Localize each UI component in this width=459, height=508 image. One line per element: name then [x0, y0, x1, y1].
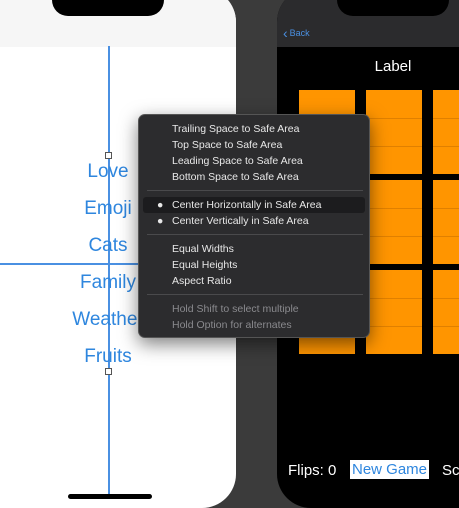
card-divider — [366, 236, 422, 237]
resize-handle-top[interactable] — [105, 152, 112, 159]
score-label: Sc — [442, 462, 459, 479]
back-button-label: Back — [289, 28, 310, 38]
home-indicator — [68, 494, 152, 499]
title-label[interactable]: Label — [277, 58, 459, 75]
card-divider — [433, 146, 459, 147]
menu-hint-option: Hold Option for alternates — [172, 319, 292, 331]
menu-item-bottom-space[interactable]: Bottom Space to Safe Area — [143, 169, 365, 185]
right-phone-notch — [337, 0, 449, 16]
card-divider — [433, 208, 459, 209]
constraint-context-menu: Trailing Space to Safe Area Top Space to… — [138, 114, 370, 338]
new-game-button[interactable]: New Game — [350, 460, 430, 479]
flips-count-label: Flips: 0 — [288, 462, 337, 479]
card-divider — [433, 118, 459, 119]
card-button[interactable] — [433, 180, 459, 264]
back-button[interactable]: ‹ Back — [283, 25, 310, 41]
card-divider — [366, 146, 422, 147]
menu-item-label: Center Vertically in Safe Area — [172, 215, 309, 227]
word-label-fruits[interactable]: Fruits — [0, 346, 216, 368]
card-button[interactable] — [433, 270, 459, 354]
resize-handle-bottom[interactable] — [105, 368, 112, 375]
menu-item-equal-widths[interactable]: Equal Widths — [143, 241, 365, 257]
card-divider — [366, 298, 422, 299]
card-divider — [433, 298, 459, 299]
card-button[interactable] — [366, 270, 422, 354]
card-divider — [366, 118, 422, 119]
chevron-left-icon: ‹ — [283, 25, 288, 41]
menu-item-label: Center Horizontally in Safe Area — [172, 199, 322, 211]
menu-separator — [147, 190, 363, 191]
menu-item-equal-heights[interactable]: Equal Heights — [143, 257, 365, 273]
menu-hint-shift: Hold Shift to select multiple — [172, 303, 299, 315]
menu-item-leading-space[interactable]: Leading Space to Safe Area — [143, 153, 365, 169]
menu-item-trailing-space[interactable]: Trailing Space to Safe Area — [143, 121, 365, 137]
card-divider — [433, 236, 459, 237]
vertical-center-guide — [108, 46, 110, 496]
card-divider — [433, 326, 459, 327]
card-button[interactable] — [366, 180, 422, 264]
menu-separator — [147, 294, 363, 295]
menu-separator — [147, 234, 363, 235]
card-button[interactable] — [366, 90, 422, 174]
bullet-icon: ● — [157, 199, 164, 211]
bullet-icon: ● — [157, 215, 164, 227]
card-divider — [366, 326, 422, 327]
menu-item-center-vertically[interactable]: ● Center Vertically in Safe Area — [143, 213, 365, 229]
menu-item-aspect-ratio[interactable]: Aspect Ratio — [143, 273, 365, 289]
card-divider — [366, 208, 422, 209]
menu-item-center-horizontally[interactable]: ● Center Horizontally in Safe Area — [143, 197, 365, 213]
menu-item-top-space[interactable]: Top Space to Safe Area — [143, 137, 365, 153]
card-button[interactable] — [433, 90, 459, 174]
left-phone-notch — [52, 0, 164, 16]
